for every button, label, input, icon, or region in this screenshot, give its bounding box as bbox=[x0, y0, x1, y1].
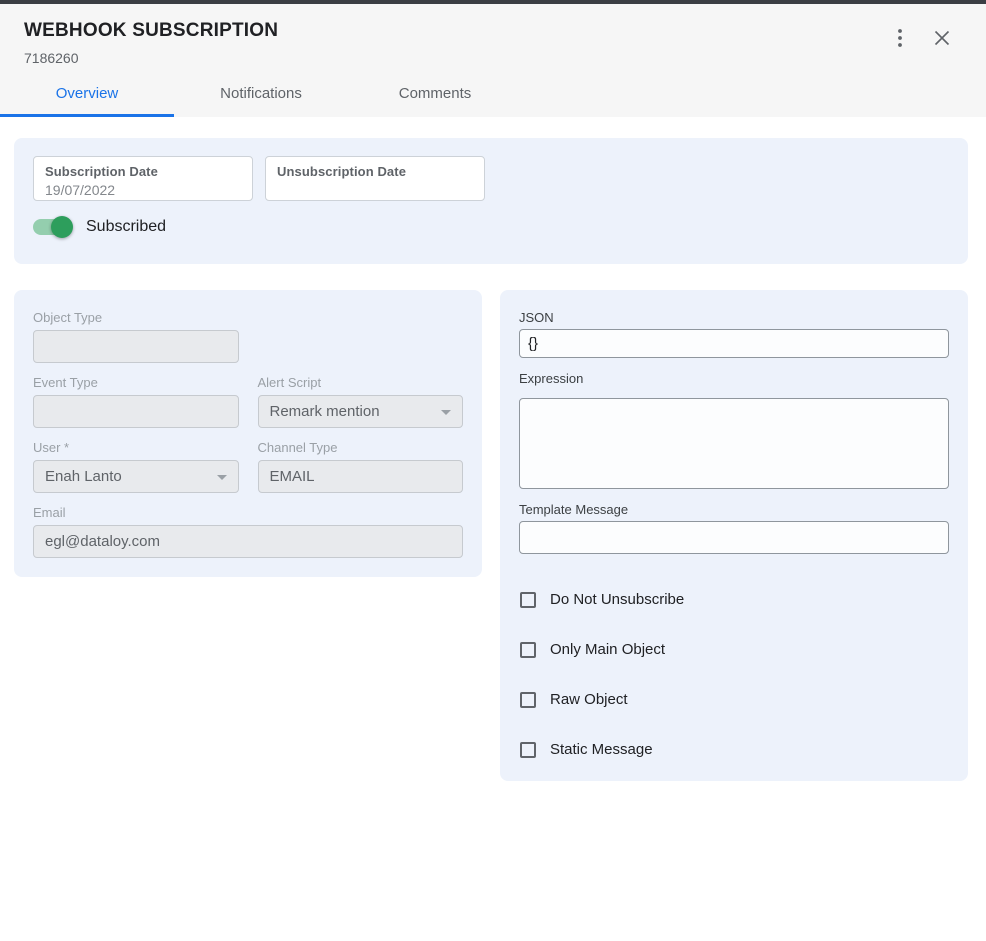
details-card: Object Type Event Type Alert Script bbox=[14, 290, 482, 577]
object-type-label: Object Type bbox=[33, 310, 239, 325]
expression-textarea[interactable] bbox=[519, 398, 949, 489]
user-value: Enah Lanto bbox=[45, 468, 122, 485]
checkbox-label: Static Message bbox=[550, 741, 653, 758]
checkbox-label: Raw Object bbox=[550, 691, 628, 708]
alert-script-label: Alert Script bbox=[258, 375, 464, 390]
title-block: WEBHOOK SUBSCRIPTION 7186260 bbox=[24, 20, 278, 66]
tab-comments[interactable]: Comments bbox=[348, 74, 522, 117]
date-fields-row: Subscription Date 19/07/2022 Unsubscript… bbox=[33, 156, 949, 201]
unsubscription-date-field[interactable]: Unsubscription Date bbox=[265, 156, 485, 201]
template-message-label: Template Message bbox=[519, 502, 949, 517]
kebab-menu-icon bbox=[898, 29, 902, 47]
expression-field: Expression bbox=[519, 371, 949, 489]
object-type-field: Object Type bbox=[33, 310, 239, 363]
alert-script-value: Remark mention bbox=[270, 403, 380, 420]
user-field: User * Enah Lanto bbox=[33, 440, 239, 493]
subscription-date-field[interactable]: Subscription Date 19/07/2022 bbox=[33, 156, 253, 201]
event-type-input bbox=[33, 395, 239, 428]
message-card: JSON Expression Template Message Do Not … bbox=[500, 290, 968, 781]
checkbox-row-do-not-unsubscribe[interactable]: Do Not Unsubscribe bbox=[520, 591, 949, 608]
json-field: JSON bbox=[519, 310, 949, 358]
channel-type-label: Channel Type bbox=[258, 440, 464, 455]
email-label: Email bbox=[33, 505, 463, 520]
checkbox-row-raw-object[interactable]: Raw Object bbox=[520, 691, 949, 708]
alert-script-field: Alert Script Remark mention bbox=[258, 375, 464, 428]
alert-script-select: Remark mention bbox=[258, 395, 464, 428]
json-label: JSON bbox=[519, 310, 949, 325]
subscribed-toggle[interactable] bbox=[33, 219, 71, 235]
more-options-button[interactable] bbox=[886, 24, 914, 52]
subscription-date-label: Subscription Date bbox=[45, 164, 241, 179]
email-input: egl@dataloy.com bbox=[33, 525, 463, 558]
user-select: Enah Lanto bbox=[33, 460, 239, 493]
dialog-header: WEBHOOK SUBSCRIPTION 7186260 Overview No… bbox=[0, 4, 986, 117]
channel-type-input: EMAIL bbox=[258, 460, 464, 493]
object-type-input bbox=[33, 330, 239, 363]
expression-label: Expression bbox=[519, 371, 949, 386]
event-type-label: Event Type bbox=[33, 375, 239, 390]
template-message-input[interactable] bbox=[519, 521, 949, 554]
checkbox-icon[interactable] bbox=[520, 742, 536, 758]
user-label: User * bbox=[33, 440, 239, 455]
json-input[interactable] bbox=[519, 329, 949, 358]
checkbox-group: Do Not Unsubscribe Only Main Object Raw … bbox=[519, 591, 949, 758]
unsubscription-date-label: Unsubscription Date bbox=[277, 164, 473, 179]
page-title: WEBHOOK SUBSCRIPTION bbox=[24, 20, 278, 42]
chevron-down-icon bbox=[217, 475, 227, 480]
tab-overview[interactable]: Overview bbox=[0, 74, 174, 117]
event-type-field: Event Type bbox=[33, 375, 239, 428]
webhook-subscription-dialog: WEBHOOK SUBSCRIPTION 7186260 Overview No… bbox=[0, 0, 986, 781]
close-button[interactable] bbox=[928, 24, 956, 52]
unsubscription-date-value bbox=[277, 182, 473, 198]
grid-spacer bbox=[258, 310, 464, 363]
checkbox-label: Do Not Unsubscribe bbox=[550, 591, 684, 608]
chevron-down-icon bbox=[441, 410, 451, 415]
subscribed-label: Subscribed bbox=[86, 218, 166, 236]
tab-bar: Overview Notifications Comments bbox=[0, 74, 986, 117]
checkbox-label: Only Main Object bbox=[550, 641, 665, 658]
subscription-date-value: 19/07/2022 bbox=[45, 182, 241, 198]
checkbox-icon[interactable] bbox=[520, 592, 536, 608]
checkbox-icon[interactable] bbox=[520, 642, 536, 658]
channel-type-value: EMAIL bbox=[270, 468, 315, 485]
channel-type-field: Channel Type EMAIL bbox=[258, 440, 464, 493]
email-value: egl@dataloy.com bbox=[45, 533, 160, 550]
record-id: 7186260 bbox=[24, 50, 278, 66]
form-columns: Object Type Event Type Alert Script bbox=[14, 290, 968, 781]
template-message-field: Template Message bbox=[519, 502, 949, 554]
overview-tab-content: Subscription Date 19/07/2022 Unsubscript… bbox=[0, 117, 986, 781]
checkbox-row-only-main-object[interactable]: Only Main Object bbox=[520, 641, 949, 658]
subscribed-toggle-row: Subscribed bbox=[33, 218, 949, 236]
close-icon bbox=[934, 30, 950, 46]
subscription-card: Subscription Date 19/07/2022 Unsubscript… bbox=[14, 138, 968, 264]
header-actions bbox=[886, 24, 956, 52]
toggle-knob bbox=[51, 216, 73, 238]
checkbox-row-static-message[interactable]: Static Message bbox=[520, 741, 949, 758]
email-field: Email egl@dataloy.com bbox=[33, 505, 463, 558]
checkbox-icon[interactable] bbox=[520, 692, 536, 708]
tab-notifications[interactable]: Notifications bbox=[174, 74, 348, 117]
